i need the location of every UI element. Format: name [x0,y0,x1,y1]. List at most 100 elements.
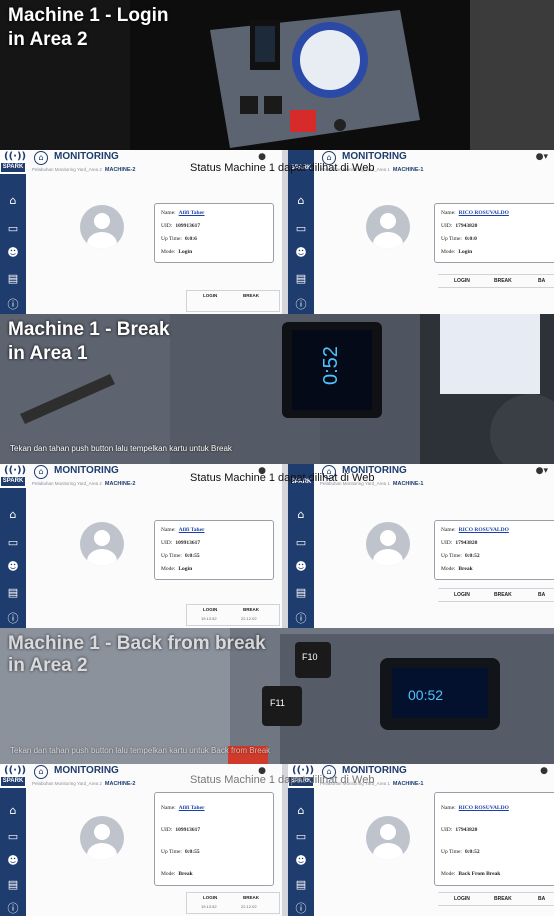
home-circle-icon[interactable]: ⌂ [34,151,48,165]
users-icon[interactable]: ☻ [6,854,20,868]
monitor-icon[interactable]: ▭ [6,830,20,844]
clipboard-icon[interactable]: ▤ [6,878,20,892]
home-icon[interactable]: ⌂ [294,508,308,522]
monitor-icon[interactable]: ▭ [294,830,308,844]
name-row: Name: RICO ROSUVALDO [441,210,509,216]
home-circle-icon[interactable]: ⌂ [34,765,48,779]
mode-row: Mode: Login [441,249,473,255]
login-button[interactable]: LOGIN [454,896,470,902]
break-button[interactable]: BREAK [494,592,512,598]
uid-row: UID: 109913617 [161,827,201,833]
action-bar: LOGIN BREAK BA [438,892,554,906]
clipboard-icon[interactable]: ▤ [294,878,308,892]
user-icon[interactable]: ● [540,766,548,776]
svg-text:F10: F10 [302,652,318,662]
svg-text:F11: F11 [270,698,285,708]
operator-info-card: Name: Afifi Taher UID: 109913617 Up Time: 0… [154,520,274,580]
machine-label: MACHINE-2 [104,167,136,173]
clipboard-icon[interactable]: ▤ [294,586,308,600]
mode-row: Mode: Break [441,566,473,572]
info-icon[interactable]: ⓘ [294,612,308,626]
name-row: Name: Afifi Taher [161,527,205,533]
spark-logo: ((·)) SPARK [0,464,26,488]
back-button[interactable]: BA [538,896,545,902]
svg-text:0:52: 0:52 [320,346,342,385]
home-icon[interactable]: ⌂ [6,804,20,818]
spark-logo: ((·)) SPARK [0,150,26,174]
operator-info-card: Name: RICO ROSUVALDO UID: 17943820 Up Time… [434,792,554,886]
photo-caption: Tekan dan tahan push button lalu tempelk… [10,746,271,755]
avatar [80,816,124,860]
signal-icon: ((·)) [4,151,27,162]
uptime-row: Up Time: 0:0:55 [161,553,200,559]
home-circle-icon[interactable]: ⌂ [34,465,48,479]
header-title: MONITORING [54,151,119,162]
video-frame-login: Machine 1 - Login in Area 2 [0,0,554,150]
info-icon[interactable]: ⓘ [6,902,20,916]
photo-title: Machine 1 - Break [8,319,170,340]
user-icon[interactable]: ●▾ [536,466,548,476]
users-icon[interactable]: ☻ [6,246,20,260]
time-table: LOGIN BREAK [186,290,280,312]
name-row: Name: Afifi Taher [161,210,205,216]
home-icon[interactable]: ⌂ [6,508,20,522]
mode-row: Mode: Login [161,566,193,572]
uid-row: UID: 17943820 [441,540,478,546]
home-icon[interactable]: ⌂ [6,194,20,208]
name-row: Name: RICO ROSUVALDO [441,805,509,811]
monitor-icon[interactable]: ▭ [294,536,308,550]
sidebar: ((·)) SPARK ⌂ ▭ ☻ ▤ ⓘ [0,464,26,628]
operator-info-card: Name: RICO ROSUVALDO UID: 17943820 Up Time… [434,520,554,580]
home-icon[interactable]: ⌂ [294,804,308,818]
user-icon[interactable]: ●▾ [536,152,548,162]
photo-title: Machine 1 - Login [8,5,169,26]
users-icon[interactable]: ☻ [294,246,308,260]
breadcrumb: Pelabuhan Monitoring Yard_Area 2 MACHINE-… [32,481,136,487]
photo-title: Machine 1 - Back from break [8,633,266,654]
svg-text:00:52: 00:52 [408,687,443,703]
back-button[interactable]: BA [538,592,545,598]
action-bar: LOGIN BREAK BA [438,588,554,602]
avatar [80,205,124,249]
users-icon[interactable]: ☻ [294,854,308,868]
uptime-row: Up Time: 0:0:55 [161,849,200,855]
break-button[interactable]: BREAK [494,278,512,284]
users-icon[interactable]: ☻ [6,560,20,574]
sidebar: ((·)) SPARK ⌂ ▭ ☻ ▤ ⓘ [0,150,26,314]
info-icon[interactable]: ⓘ [6,612,20,626]
name-row: Name: RICO ROSUVALDO [441,527,509,533]
back-button[interactable]: BA [538,278,545,284]
breadcrumb: Pelabuhan Monitoring Yard_Area 2 MACHINE-… [32,781,136,787]
login-button[interactable]: LOGIN [454,592,470,598]
machine-label: MACHINE-1 [392,481,424,487]
info-icon[interactable]: ⓘ [6,298,20,312]
operator-info-card: Name: Afifi Taher UID: 109913617 Up Time: 0… [154,203,274,263]
video-frame-break: 0:52 Machine 1 - Break in Area 1 Tekan d… [0,314,554,464]
web-dashboard-2: Status Machine 1 dapat dilihat di Web ((… [0,464,554,628]
info-icon[interactable]: ⓘ [294,298,308,312]
photo-subtitle: in Area 2 [8,655,88,676]
clipboard-icon[interactable]: ▤ [6,272,20,286]
mode-row: Mode: Break [161,871,193,877]
monitor-icon[interactable]: ▭ [6,536,20,550]
info-icon[interactable]: ⓘ [294,902,308,916]
clipboard-icon[interactable]: ▤ [294,272,308,286]
monitor-icon[interactable]: ▭ [6,222,20,236]
operator-info-card: Name: RICO ROSUVALDO UID: 17943820 Up Time… [434,203,554,263]
login-button[interactable]: LOGIN [454,278,470,284]
video-frame-back-from-break: F10 F11 00:52 Machine 1 - Back from brea… [0,628,554,764]
home-icon[interactable]: ⌂ [294,194,308,208]
users-icon[interactable]: ☻ [294,560,308,574]
photo-caption: Tekan dan tahan push button lalu tempelk… [10,444,232,453]
dashboard-machine-1: ((·)) SPARK ⌂ ▭ ☻ ▤ ⓘ ⌂ MONITORING ● Pel… [288,764,554,916]
user-icon[interactable]: ● [258,152,266,162]
photo-subtitle: in Area 1 [8,343,88,364]
sidebar: ((·)) SPARK ⌂ ▭ ☻ ▤ ⓘ [0,764,26,916]
status-overlay-text: Status Machine 1 dapat dilihat di Web [190,472,375,484]
sidebar: SPARK ⌂ ▭ ☻ ▤ ⓘ [288,464,314,628]
monitor-icon[interactable]: ▭ [294,222,308,236]
uptime-row: Up Time: 0:0:52 [441,849,480,855]
time-table: LOGIN BREAK 19.13.52 22.12.02 [186,604,280,626]
clipboard-icon[interactable]: ▤ [6,586,20,600]
break-button[interactable]: BREAK [494,896,512,902]
